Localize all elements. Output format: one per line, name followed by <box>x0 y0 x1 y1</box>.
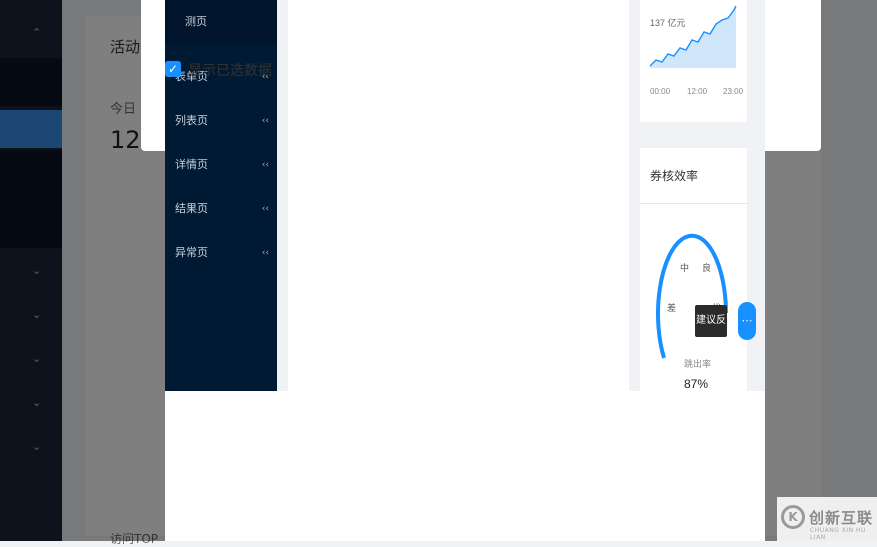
chart-tick-label: 12:00 <box>687 87 708 96</box>
gauge-label-poor: 差 <box>667 302 676 313</box>
preview-sidebar-label: 详情页 <box>175 158 208 171</box>
preview-sidebar-item: 结果页 ‹‹ <box>165 187 277 231</box>
preview-sidebar-label: 异常页 <box>175 246 208 259</box>
show-selected-label[interactable]: 显示已选数据 <box>188 60 272 80</box>
chart-value-label: 137 亿元 <box>650 17 686 28</box>
preview-sidebar-item: 详情页 ‹‹ <box>165 143 277 187</box>
chart-tick-label: 23:00 <box>723 87 744 96</box>
chevron-icon: ‹‹ <box>261 204 269 214</box>
feedback-tooltip: 建议反馈 <box>695 305 727 358</box>
preview-sidebar-label: 测页 <box>185 15 207 28</box>
gauge-label-good: 良 <box>702 262 711 273</box>
preview-sidebar-label: 列表页 <box>175 114 208 127</box>
watermark-text: 创新互联 <box>809 509 874 527</box>
preview-sidebar: 测页 表单页 ‹‹ 列表页 ‹‹ 详情页 ‹‹ 结果页 ‹‹ 异常页 ‹‹ <box>165 0 277 391</box>
gauge-label-mid: 中 <box>680 262 689 273</box>
preview-gauge-card: 券核效率 中 良 差 优 跳出率 87% <box>640 148 747 391</box>
chevron-icon: ‹‹ <box>261 116 269 126</box>
chart-tick-label: 00:00 <box>650 87 671 96</box>
preview-screenshot: 测页 表单页 ‹‹ 列表页 ‹‹ 详情页 ‹‹ 结果页 ‹‹ 异常页 ‹‹ 13… <box>165 0 765 391</box>
chevron-icon: ‹‹ <box>261 248 269 258</box>
watermark-subtext: CHUANG XIN HU LIAN <box>810 527 866 541</box>
gauge-value: 87% <box>684 377 708 391</box>
chevron-icon: ‹‹ <box>261 160 269 170</box>
feedback-chat-button[interactable]: ⋯ <box>738 302 756 340</box>
chart-area <box>650 6 736 68</box>
preview-main <box>288 0 629 391</box>
preview-gauge: 中 良 差 优 跳出率 87% <box>656 233 728 391</box>
preview-sidebar-item: 列表页 ‹‹ <box>165 99 277 143</box>
watermark: K 创新互联 CHUANG XIN HU LIAN <box>777 497 877 541</box>
preview-sidebar-label: 结果页 <box>175 202 208 215</box>
watermark-logo-icon: K <box>781 505 805 529</box>
chat-icon: ⋯ <box>741 314 753 327</box>
show-selected-checkbox[interactable]: ✓ <box>165 61 181 77</box>
preview-area-chart: 137 亿元 00:00 12:00 23:00 <box>649 5 744 96</box>
preview-sidebar-item: 异常页 ‹‹ <box>165 231 277 275</box>
preview-chart-card: 137 亿元 00:00 12:00 23:00 <box>640 0 747 122</box>
template-preview: 测页 表单页 ‹‹ 列表页 ‹‹ 详情页 ‹‹ 结果页 ‹‹ 异常页 ‹‹ 13… <box>165 0 765 541</box>
preview-sidebar-item: 测页 <box>165 0 277 44</box>
